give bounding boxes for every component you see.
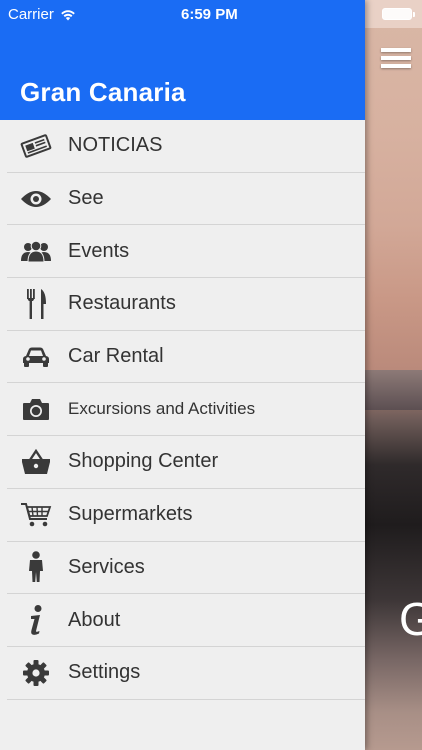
menu-item-supermarkets[interactable]: Supermarkets: [7, 489, 365, 542]
gear-icon: [18, 658, 54, 688]
eye-icon: [18, 184, 54, 214]
menu-item-excursions[interactable]: Excursions and Activities: [7, 383, 365, 437]
main-content-background: G: [365, 0, 422, 750]
fork-knife-icon: [18, 288, 54, 319]
menu-toggle-button[interactable]: [381, 48, 411, 70]
person-icon: [18, 551, 54, 583]
battery-icon: [382, 8, 415, 20]
menu-item-label: Services: [68, 555, 145, 578]
basket-icon: [18, 447, 54, 477]
menu-item-about[interactable]: About: [7, 594, 365, 647]
side-drawer: Carrier 6:59 PM Gran Canaria NOTICIAS Se…: [0, 0, 365, 750]
menu-item-label: Supermarkets: [68, 503, 193, 526]
menu-item-services[interactable]: Services: [7, 542, 365, 595]
background-horizon: [365, 370, 422, 410]
status-bar-right: [365, 0, 422, 28]
menu-item-noticias[interactable]: NOTICIAS: [7, 120, 365, 173]
menu-item-label: Excursions and Activities: [68, 399, 256, 419]
newspaper-icon: [18, 131, 54, 161]
status-time: 6:59 PM: [181, 6, 238, 23]
menu-item-label: Settings: [68, 661, 141, 684]
menu-item-shopping-center[interactable]: Shopping Center: [7, 436, 365, 489]
carrier-label: Carrier: [8, 6, 54, 23]
people-group-icon: [18, 236, 54, 266]
shopping-cart-icon: [18, 500, 54, 530]
info-icon: [18, 605, 54, 635]
camera-icon: [18, 394, 54, 424]
menu-list: NOTICIAS See Events Restaurants Car Rent…: [0, 120, 365, 700]
menu-item-label: Restaurants: [68, 292, 176, 315]
status-bar: Carrier 6:59 PM: [0, 0, 365, 28]
menu-item-label: About: [68, 608, 121, 631]
menu-item-restaurants[interactable]: Restaurants: [7, 278, 365, 331]
wifi-icon: [61, 9, 75, 20]
carrier-indicator: Carrier: [8, 6, 76, 23]
menu-item-events[interactable]: Events: [7, 225, 365, 279]
menu-item-label: Car Rental: [68, 345, 164, 368]
menu-item-settings[interactable]: Settings: [7, 647, 365, 700]
drawer-header: Carrier 6:59 PM Gran Canaria: [0, 0, 365, 120]
menu-item-car-rental[interactable]: Car Rental: [7, 331, 365, 384]
menu-item-label: Shopping Center: [68, 450, 219, 473]
menu-item-label: See: [68, 187, 104, 210]
car-icon: [18, 342, 54, 372]
menu-item-label: NOTICIAS: [68, 134, 163, 157]
main-title-partial: G: [399, 593, 422, 645]
drawer-title: Gran Canaria: [20, 77, 186, 107]
menu-item-label: Events: [68, 239, 130, 262]
menu-item-see[interactable]: See: [7, 173, 365, 226]
